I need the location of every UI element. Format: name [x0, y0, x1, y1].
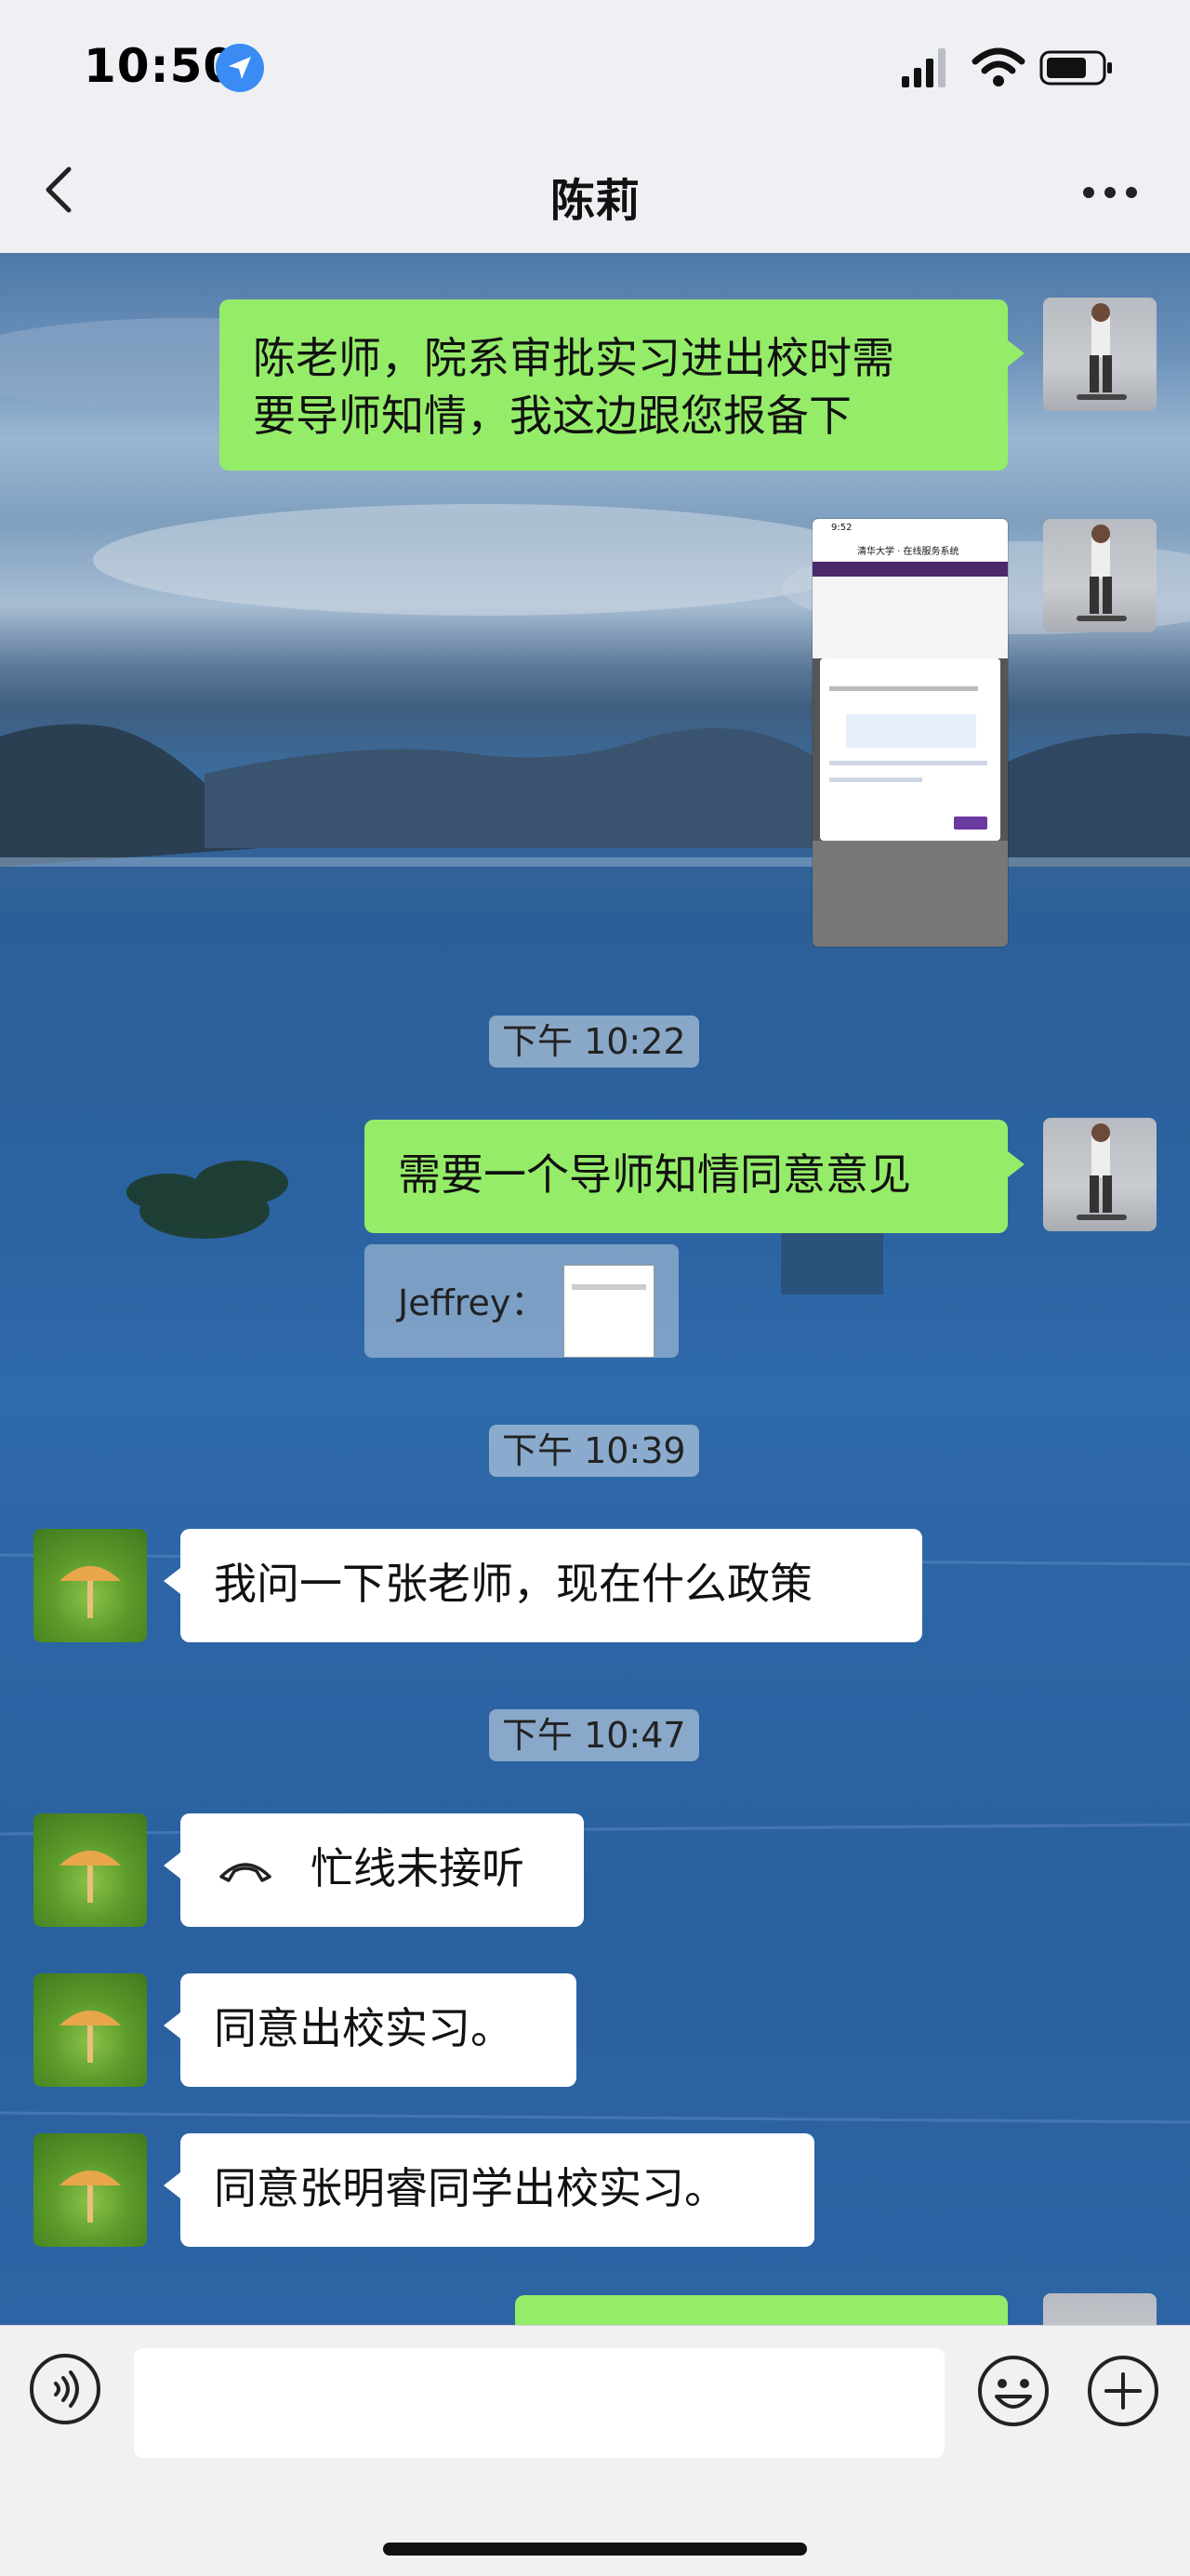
contact-avatar[interactable] [33, 2133, 147, 2247]
bubble-tail [164, 1568, 180, 1594]
quote-thumbnail [563, 1265, 654, 1358]
timestamp: 下午 10:39 [489, 1425, 699, 1477]
message-text: 忙线未接听 [311, 1843, 524, 1893]
contact-message[interactable]: 同意出校实习。 [180, 1973, 576, 2087]
location-icon [216, 44, 264, 92]
emoji-icon[interactable] [976, 2354, 1051, 2428]
message-text: 我问一下张老师，现在什么政策 [214, 1559, 813, 1609]
contact-avatar[interactable] [33, 1973, 147, 2087]
contact-message[interactable]: 同意张明睿同学出校实习。 [180, 2133, 814, 2247]
chat-header: 陈莉 [0, 139, 1190, 254]
bubble-tail [1008, 1151, 1025, 1177]
timestamp: 下午 10:47 [489, 1709, 699, 1761]
my-avatar[interactable] [1043, 519, 1157, 632]
contact-message[interactable]: 我问一下张老师，现在什么政策 [180, 1529, 922, 1642]
message-text: 同意张明睿同学出校实习。 [214, 2163, 727, 2213]
voice-icon[interactable] [30, 2354, 100, 2424]
quoted-reply[interactable]: Jeffrey： [364, 1244, 679, 1358]
message-text-line: 陈老师，院系审批实习进出校时需 [253, 333, 894, 383]
quote-author: Jeffrey： [398, 1282, 547, 1323]
my-avatar[interactable] [1043, 2293, 1157, 2325]
chat-area[interactable]: 陈老师，院系审批实习进出校时需 要导师知情，我这边跟您报备下 9:52 清华大学… [0, 253, 1190, 2325]
missed-call-message[interactable]: 忙线未接听 [180, 1813, 584, 1927]
contact-avatar[interactable] [33, 1813, 147, 1927]
my-message[interactable] [515, 2295, 1008, 2325]
my-avatar[interactable] [1043, 1118, 1157, 1231]
status-time: 10:50 [84, 39, 237, 93]
message-text-line: 要导师知情，我这边跟您报备下 [253, 391, 852, 441]
bubble-tail [164, 2172, 180, 2198]
battery-icon [1039, 50, 1112, 86]
signal-icon [902, 48, 945, 87]
more-icon[interactable] [1082, 186, 1138, 199]
thumb-time: 9:52 [831, 523, 853, 533]
my-message[interactable]: 陈老师，院系审批实习进出校时需 要导师知情，我这边跟您报备下 [219, 299, 1008, 471]
status-bar: 10:50 [0, 0, 1190, 139]
my-message[interactable]: 需要一个导师知情同意意见 [364, 1120, 1008, 1233]
bubble-tail [1008, 340, 1025, 366]
wifi-icon [972, 47, 1025, 86]
chat-title: 陈莉 [549, 175, 640, 227]
bubble-tail [164, 2012, 180, 2038]
my-avatar[interactable] [1043, 298, 1157, 411]
thumb-app-title: 清华大学 · 在线服务系统 [857, 547, 959, 557]
timestamp: 下午 10:22 [489, 1016, 699, 1068]
contact-avatar[interactable] [33, 1529, 147, 1642]
message-text: 需要一个导师知情同意意见 [398, 1149, 911, 1200]
message-input[interactable] [134, 2348, 945, 2458]
plus-icon[interactable] [1086, 2354, 1160, 2428]
message-text: 同意出校实习。 [214, 2003, 513, 2053]
input-bar [0, 2325, 1190, 2576]
screenshot-image[interactable]: 9:52 清华大学 · 在线服务系统 [813, 519, 1008, 947]
home-indicator[interactable] [383, 2543, 807, 2556]
bubble-tail [164, 1852, 180, 1879]
phone-hangup-icon [219, 1863, 271, 1882]
